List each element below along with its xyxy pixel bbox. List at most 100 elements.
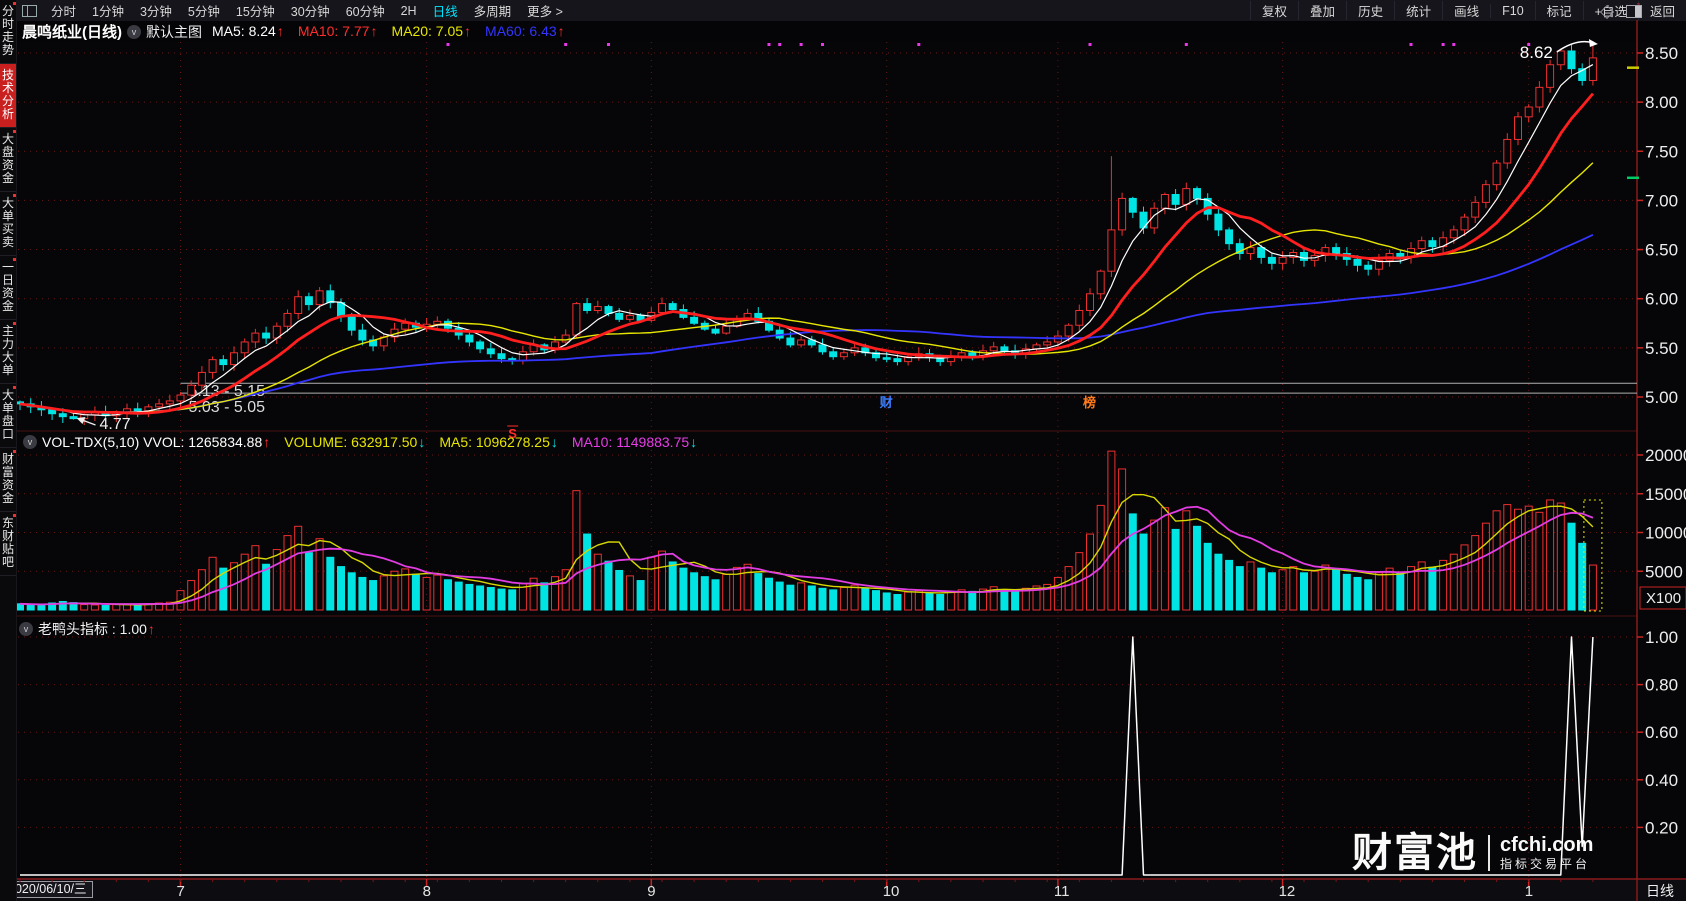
- ma-legend-text: MA10: 7.77: [297, 22, 370, 39]
- sidebar-item-1[interactable]: 技术分析: [0, 64, 16, 128]
- sidebar-item-8[interactable]: 东财贴吧: [0, 512, 16, 576]
- sidebar-item-char: 金: [1, 299, 14, 313]
- period-menu: 分时 1分钟 3分钟 5分钟 15分钟 30分钟 60分钟 2H 日线 多周期 更多 >: [43, 1, 571, 20]
- sidebar-item-7[interactable]: 财富资金: [0, 448, 16, 512]
- svg-text:4.77: 4.77: [100, 416, 131, 433]
- sidebar-item-6[interactable]: 大单盘口: [0, 384, 16, 448]
- ma-legend-text: MA20: 7.05: [391, 22, 464, 39]
- menu-item-10[interactable]: 更多 >: [519, 1, 571, 20]
- svg-text:X100: X100: [1646, 590, 1681, 607]
- stock-chart-app: { "menu_bar": { "active": "日线", "left_it…: [0, 0, 1686, 901]
- ma-legend-item-0: MA5: 8.24↑: [212, 23, 284, 39]
- chart-title-bar: 晨鸣纸业(日线) v 默认主图 MA5: 8.24↑ MA10: 7.77↑ MA2…: [16, 21, 1686, 42]
- up-arrow-icon: ↑: [263, 434, 271, 450]
- menu-item-9[interactable]: 多周期: [466, 1, 520, 20]
- svg-text:5000: 5000: [1645, 562, 1683, 581]
- svg-text:15000: 15000: [1645, 485, 1686, 504]
- period-label: 日线: [1646, 883, 1674, 899]
- sidebar-item-0[interactable]: 分时走势: [0, 0, 16, 64]
- svg-text:榜: 榜: [1083, 395, 1096, 410]
- menu-item-2[interactable]: 3分钟: [132, 1, 180, 20]
- menu-item-1[interactable]: 1分钟: [84, 1, 132, 20]
- notification-dot: [13, 386, 16, 389]
- sidebar-item-char: 金: [1, 171, 14, 185]
- vol-legend-item-0: VOL-TDX(5,10) VVOL: 1265834.88↑: [42, 434, 270, 450]
- volume-legend: VOL-TDX(5,10) VVOL: 1265834.88↑ VOLUME: 6…: [42, 434, 711, 450]
- layout-icon[interactable]: [22, 4, 37, 17]
- ma-legend: MA5: 8.24↑ MA10: 7.77↑ MA20: 7.05↑ MA60: 6.…: [212, 23, 579, 41]
- svg-text:财: 财: [880, 395, 893, 410]
- sidebar-item-4[interactable]: 一日资金: [0, 256, 16, 320]
- tool-item-3[interactable]: 统计: [1394, 1, 1442, 20]
- watermark-divider: [1488, 835, 1490, 871]
- tool-item-0[interactable]: 复权: [1250, 1, 1298, 20]
- watermark-tagline: 指标交易平台: [1500, 857, 1591, 871]
- sidebar-item-char: 吧: [1, 555, 14, 569]
- sidebar-item-5[interactable]: 主力大单: [0, 320, 16, 384]
- svg-text:0.20: 0.20: [1645, 818, 1678, 837]
- notification-dot: [13, 2, 16, 5]
- notification-dot: [13, 322, 16, 325]
- down-arrow-icon: ↓: [418, 434, 426, 450]
- menu-item-6[interactable]: 60分钟: [338, 1, 393, 20]
- ma-legend-text: MA5: 8.24: [212, 22, 276, 39]
- svg-text:8.62: 8.62: [1520, 43, 1553, 62]
- svg-text:6.00: 6.00: [1645, 290, 1678, 309]
- menu-item-3[interactable]: 5分钟: [180, 1, 228, 20]
- tool-item-5[interactable]: F10: [1490, 3, 1535, 18]
- ma-legend-text: MA60: 6.43: [485, 22, 557, 39]
- tool-item-6[interactable]: 标记: [1534, 1, 1583, 20]
- chart-canvas[interactable]: 5.13 - 5.155.03 - 5.05 8.50 8.00 7.50 7.00 6.…: [0, 0, 1686, 901]
- split-panel-icon[interactable]: [1626, 5, 1642, 18]
- main-overlay-label[interactable]: 默认主图: [146, 22, 202, 42]
- diamond-icon[interactable]: [1599, 4, 1615, 19]
- tool-item-2[interactable]: 历史: [1346, 1, 1394, 20]
- tool-item-4[interactable]: 画线: [1442, 1, 1490, 20]
- up-arrow-icon: ↑: [276, 22, 284, 39]
- menu-item-7[interactable]: 2H: [393, 4, 425, 18]
- svg-text:0.40: 0.40: [1645, 771, 1678, 790]
- symbol-title: 晨鸣纸业(日线): [22, 24, 122, 41]
- menu-item-4[interactable]: 15分钟: [228, 1, 283, 20]
- svg-text:5.13 - 5.15: 5.13 - 5.15: [189, 383, 266, 400]
- svg-text:6.50: 6.50: [1645, 241, 1678, 260]
- svg-text:8.00: 8.00: [1645, 93, 1678, 112]
- svg-text:8.50: 8.50: [1645, 44, 1678, 63]
- chevron-down-icon[interactable]: v: [127, 24, 141, 39]
- down-arrow-icon: ↓: [690, 434, 698, 450]
- down-arrow-icon: ↓: [550, 434, 558, 450]
- sidebar-item-char: 析: [1, 107, 14, 121]
- up-arrow-icon: ↑: [370, 22, 378, 39]
- menu-item-0[interactable]: 分时: [43, 1, 84, 20]
- svg-text:0.60: 0.60: [1645, 723, 1678, 742]
- notification-dot: [13, 130, 16, 133]
- left-sidebar: 分时走势技术分析大盘资金大单买卖一日资金主力大单大单盘口财富资金东财贴吧: [0, 0, 17, 901]
- chevron-down-icon[interactable]: v: [23, 435, 37, 449]
- up-arrow-icon: ↑: [464, 22, 472, 39]
- sidebar-item-3[interactable]: 大单买卖: [0, 192, 16, 256]
- svg-text:1.00: 1.00: [1645, 628, 1678, 647]
- watermark: 财富池 cfchi.com 指标交易平台: [1352, 831, 1593, 875]
- vol-legend-text: VOL-TDX(5,10) VVOL: 1265834.88: [42, 434, 263, 450]
- time-axis: 2020/06/10/三 日线: [0, 878, 1686, 901]
- sidebar-item-char: 金: [1, 491, 14, 505]
- svg-text:5.03 - 5.05: 5.03 - 5.05: [189, 399, 266, 416]
- menu-item-5[interactable]: 30分钟: [283, 1, 338, 20]
- notification-dot: [13, 258, 16, 261]
- sidebar-item-char: 单: [1, 363, 14, 377]
- vol-legend-item-2: MA5: 1096278.25↓: [439, 434, 558, 450]
- ma-legend-item-3: MA60: 6.43↑: [485, 23, 565, 39]
- up-arrow-icon: ↑: [557, 22, 565, 39]
- sidebar-item-char: 口: [1, 427, 14, 441]
- menu-item-8[interactable]: 日线: [425, 1, 466, 20]
- sidebar-item-2[interactable]: 大盘资金: [0, 128, 16, 192]
- svg-text:20000: 20000: [1645, 446, 1686, 465]
- svg-text:0.80: 0.80: [1645, 676, 1678, 695]
- svg-text:7.50: 7.50: [1645, 142, 1678, 161]
- svg-text:5.00: 5.00: [1645, 388, 1678, 407]
- tool-item-8[interactable]: 返回: [1637, 1, 1686, 20]
- chevron-down-icon[interactable]: v: [19, 622, 33, 636]
- tool-item-1[interactable]: 叠加: [1298, 1, 1346, 20]
- vol-legend-text: MA5: 1096278.25: [439, 434, 550, 450]
- svg-text:5.50: 5.50: [1645, 339, 1678, 358]
